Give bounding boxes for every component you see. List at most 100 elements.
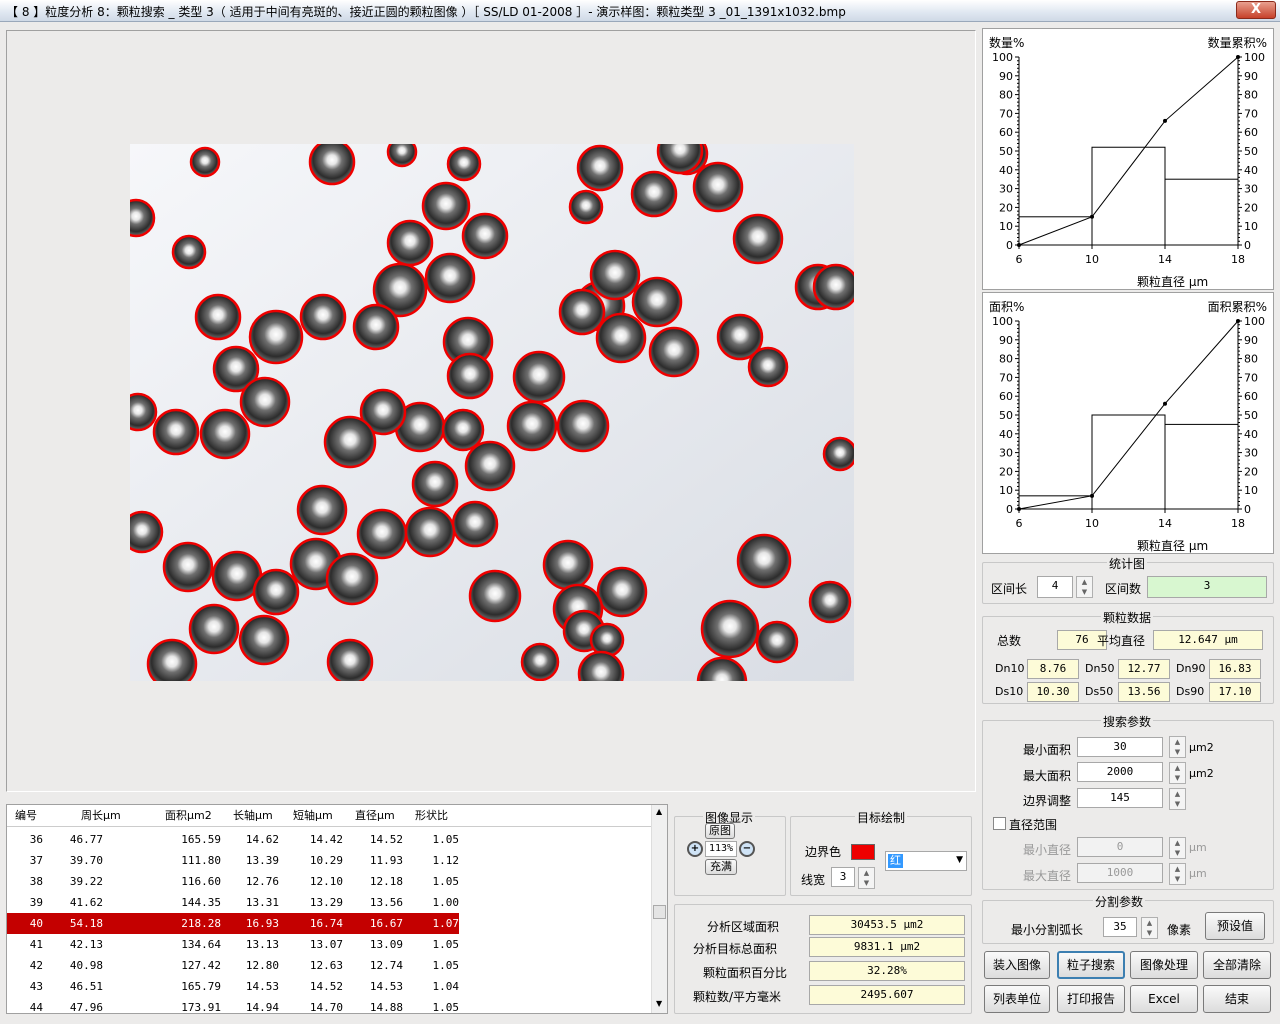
scroll-up-icon[interactable]: ▲ [656, 807, 662, 816]
particle [808, 580, 852, 624]
preset-button[interactable]: 预设值 [1205, 912, 1265, 940]
min-split-arc-stepper[interactable]: ▲ ▼ [1141, 917, 1158, 939]
dn10-value: 8.76 [1027, 659, 1079, 679]
col-minor-axis[interactable]: 短轴μm [293, 805, 333, 826]
min-diameter-stepper[interactable]: ▲ ▼ [1169, 837, 1186, 859]
col-perimeter[interactable]: 周长μm [81, 805, 121, 826]
particle [631, 276, 683, 328]
diameter-range-checkbox[interactable] [993, 817, 1006, 830]
table-cell: 14.53 [245, 980, 279, 993]
table-cell: 44 [29, 1001, 43, 1014]
particle-table[interactable]: 编号 周长μm 面积μm2 长轴μm 短轴μm 直径μm 形状比 36 46.77… [6, 804, 668, 1014]
original-size-button[interactable]: 原图 [705, 823, 735, 839]
particle [568, 189, 604, 225]
table-row[interactable]: 37 39.70 111.80 13.39 10.29 11.93 1.12 [7, 850, 652, 871]
image-view[interactable] [6, 30, 976, 792]
search-params-title: 搜索参数 [1101, 713, 1154, 730]
border-color-swatch[interactable] [851, 844, 875, 860]
min-area-stepper[interactable]: ▲ ▼ [1169, 736, 1186, 758]
line-width-stepper[interactable]: ▲ ▼ [858, 867, 875, 889]
min-split-arc-label: 最小分割弧长 [1011, 923, 1084, 937]
interval-length-stepper[interactable]: ▲ ▼ [1076, 576, 1093, 598]
chevron-down-icon: ▼ [956, 855, 963, 865]
line-width-input[interactable]: 3 [831, 867, 855, 887]
col-shape-ratio[interactable]: 形状比 [415, 805, 448, 826]
y-tick-label-right: 40 [1244, 164, 1258, 177]
diameter-range-label: 直径范围 [1009, 818, 1058, 832]
end-button[interactable]: 结束 [1203, 985, 1271, 1013]
table-row[interactable]: 40 54.18 218.28 16.93 16.74 16.67 1.07 [7, 913, 459, 934]
table-cell: 41.62 [69, 896, 103, 909]
max-diameter-input[interactable]: 1000 [1077, 863, 1163, 883]
load-image-button[interactable]: 装入图像 [984, 951, 1050, 979]
y-tick-label-right: 80 [1244, 353, 1258, 366]
max-area-unit: μm2 [1189, 767, 1214, 780]
title-bar: 【 8 】粒度分析 8：颗粒搜索 _ 类型 3（ 适用于中间有亮斑的、接近正圆的… [0, 0, 1280, 22]
particle [146, 638, 198, 681]
particle [130, 198, 156, 238]
image-process-button[interactable]: 图像处理 [1130, 951, 1198, 979]
table-cell: 54.18 [69, 917, 103, 930]
y-tick-label-right: 0 [1244, 503, 1251, 516]
col-diameter[interactable]: 直径μm [355, 805, 395, 826]
table-row[interactable]: 42 40.98 127.42 12.80 12.63 12.74 1.05 [7, 955, 652, 976]
zoom-in-icon[interactable]: + [687, 841, 703, 857]
y-tick-label-left: 40 [999, 428, 1013, 441]
particle [446, 146, 482, 182]
edge-adjust-input[interactable]: 145 [1077, 788, 1163, 808]
zoom-out-icon[interactable]: − [739, 841, 755, 857]
table-cell: 38 [29, 875, 43, 888]
close-button[interactable]: X [1236, 1, 1276, 19]
table-cell: 14.52 [309, 980, 343, 993]
table-cell: 111.80 [181, 854, 221, 867]
excel-button[interactable]: Excel [1130, 985, 1198, 1013]
table-cell: 1.05 [432, 1001, 460, 1014]
table-row[interactable]: 43 46.51 165.79 14.53 14.52 14.53 1.04 [7, 976, 652, 997]
window-title: 【 8 】粒度分析 8：颗粒搜索 _ 类型 3（ 适用于中间有亮斑的、接近正圆的… [6, 5, 846, 19]
table-cell: 134.64 [181, 938, 221, 951]
min-diameter-input[interactable]: 0 [1077, 837, 1163, 857]
table-row[interactable]: 38 39.22 116.60 12.76 12.10 12.18 1.05 [7, 871, 652, 892]
y-tick-label-right: 60 [1244, 390, 1258, 403]
particle-search-button[interactable]: 粒子搜索 [1057, 951, 1125, 979]
max-area-input[interactable]: 2000 [1077, 762, 1163, 782]
max-diameter-stepper[interactable]: ▲ ▼ [1169, 863, 1186, 885]
particle [356, 508, 408, 560]
clear-all-button[interactable]: 全部清除 [1203, 951, 1271, 979]
col-area[interactable]: 面积μm2 [165, 805, 212, 826]
col-major-axis[interactable]: 长轴μm [233, 805, 273, 826]
table-cell: 14.94 [245, 1001, 279, 1014]
scroll-thumb[interactable] [653, 905, 666, 919]
fit-image-button[interactable]: 充满 [705, 859, 737, 875]
table-row[interactable]: 41 42.13 134.64 13.13 13.07 13.09 1.05 [7, 934, 652, 955]
col-id[interactable]: 编号 [15, 805, 37, 826]
min-area-unit: μm2 [1189, 741, 1214, 754]
max-diameter-label: 最大直径 [1023, 869, 1072, 883]
cumulative-point [1236, 55, 1240, 59]
table-row[interactable]: 36 46.77 165.59 14.62 14.42 14.52 1.05 [7, 829, 652, 850]
table-cell: 13.29 [309, 896, 343, 909]
list-unit-button[interactable]: 列表单位 [984, 985, 1050, 1013]
y-tick-label-right: 70 [1244, 371, 1258, 384]
edge-adjust-stepper[interactable]: ▲ ▼ [1169, 788, 1186, 810]
cumulative-point [1090, 214, 1094, 219]
interval-length-input[interactable]: 4 [1037, 576, 1073, 598]
color-select[interactable]: 红 ▼ [885, 851, 967, 871]
table-row[interactable]: 44 47.96 173.91 14.94 14.70 14.88 1.05 [7, 997, 652, 1014]
particle [323, 415, 377, 469]
particle [189, 146, 221, 178]
interval-length-label: 区间长 [991, 582, 1028, 596]
table-row[interactable]: 39 41.62 144.35 13.31 13.29 13.56 1.00 [7, 892, 652, 913]
min-area-input[interactable]: 30 [1077, 737, 1163, 757]
scroll-down-icon[interactable]: ▼ [656, 999, 662, 1008]
particle-image[interactable] [130, 144, 854, 681]
min-split-arc-input[interactable]: 35 [1103, 917, 1137, 937]
table-scrollbar[interactable]: ▲ ▼ [651, 805, 667, 1013]
table-cell: 42.13 [69, 938, 103, 951]
particle [558, 288, 606, 336]
table-cell: 12.63 [309, 959, 343, 972]
analysis-area-label: 分析区域面积 [707, 920, 780, 934]
print-report-button[interactable]: 打印报告 [1057, 985, 1125, 1013]
table-cell: 46.77 [69, 833, 103, 846]
max-area-stepper[interactable]: ▲ ▼ [1169, 762, 1186, 784]
